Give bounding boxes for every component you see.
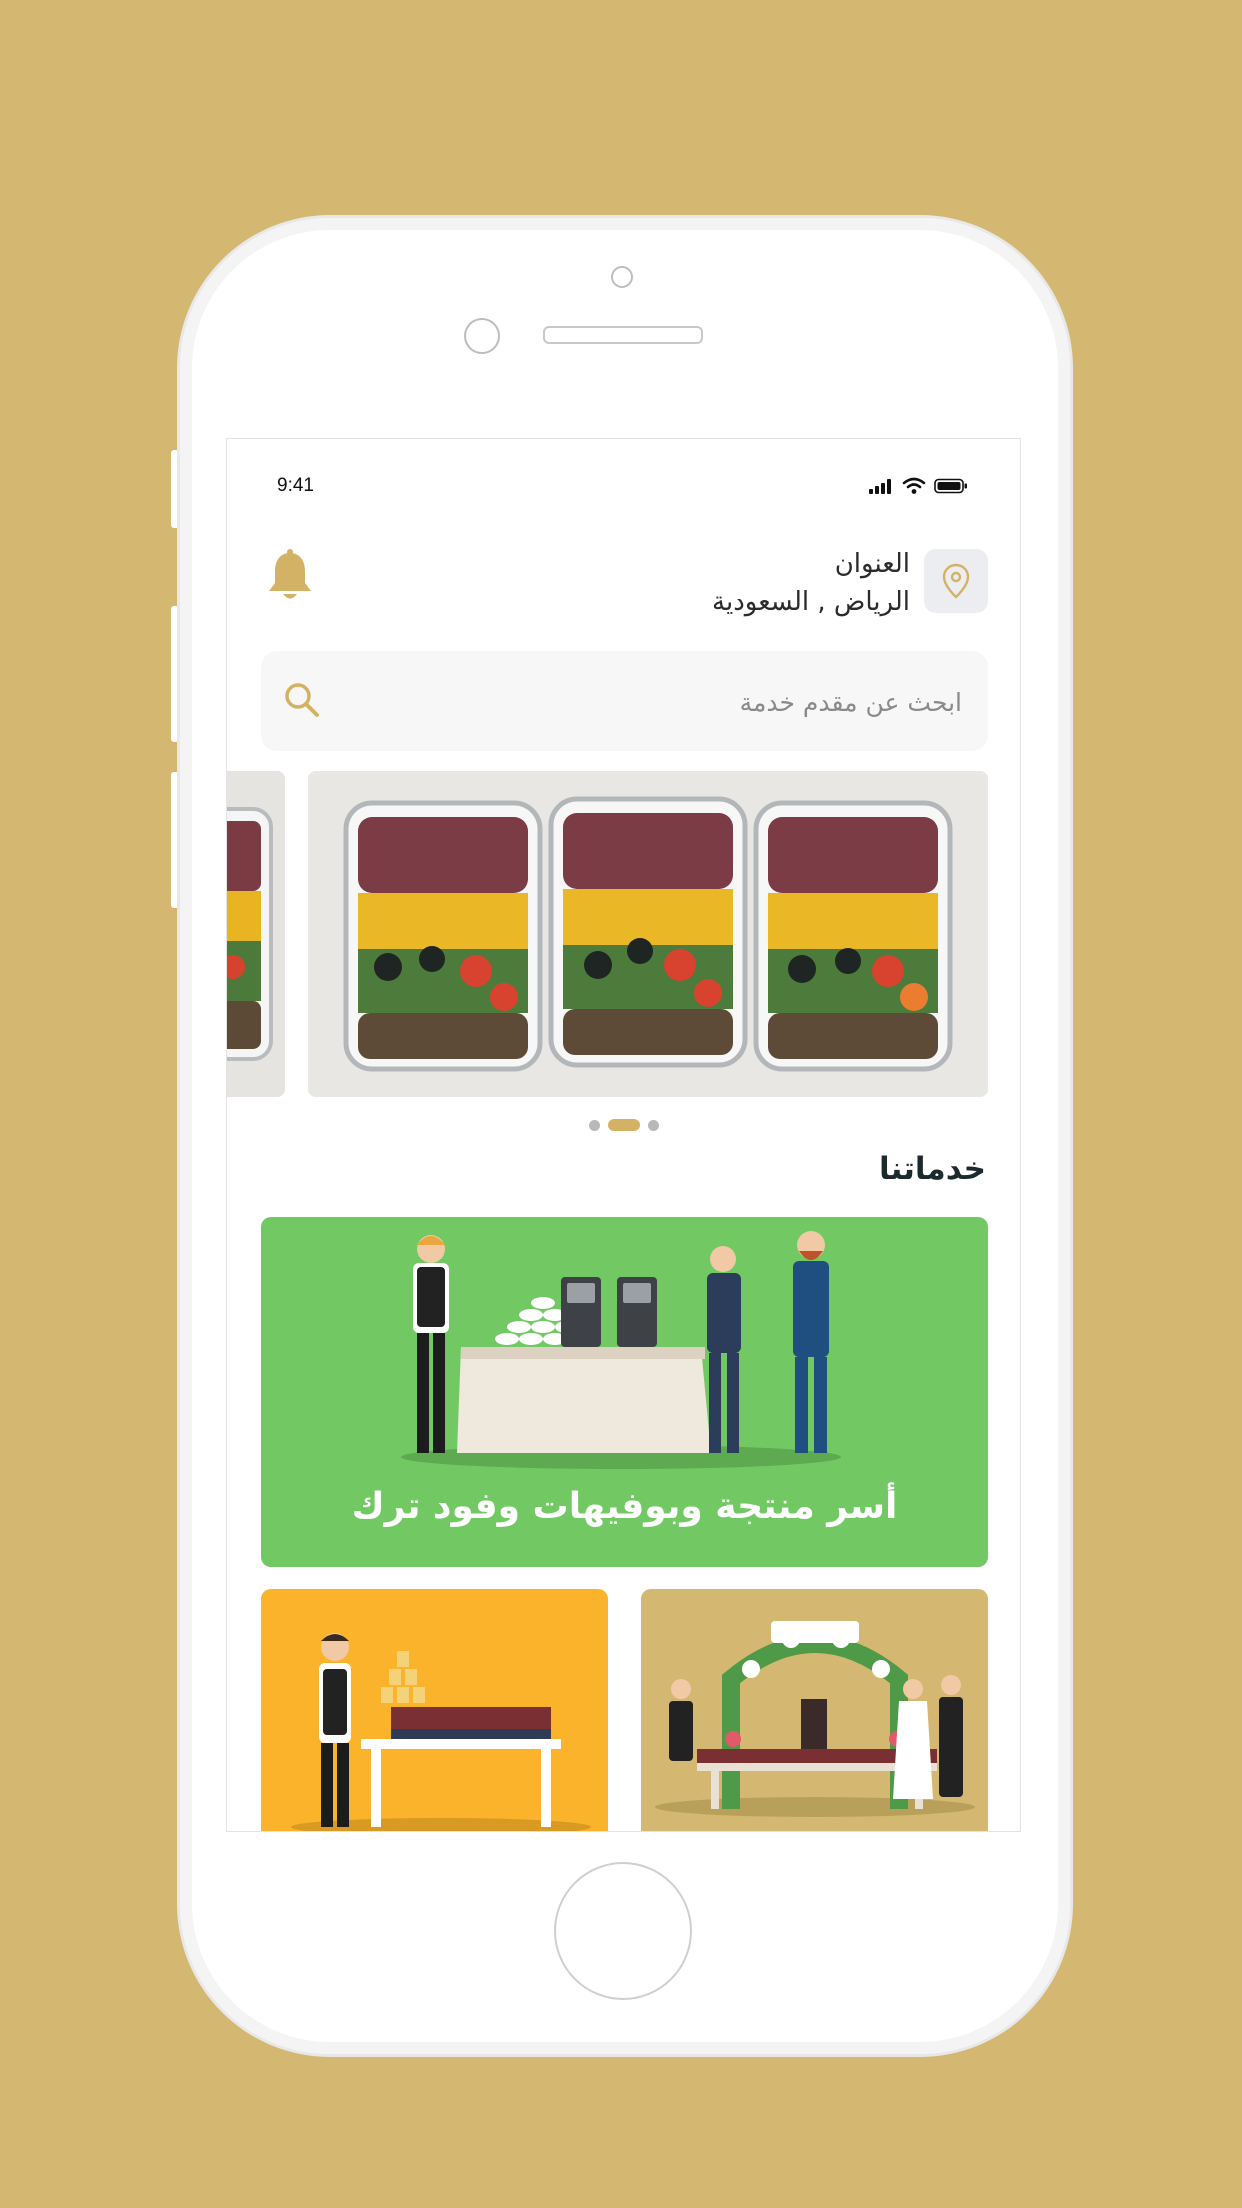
volume-up-button bbox=[171, 606, 179, 742]
carousel-dot[interactable] bbox=[588, 1119, 600, 1131]
earpiece-speaker bbox=[543, 326, 703, 344]
carousel-slide-previous[interactable] bbox=[227, 771, 285, 1097]
volume-down-button bbox=[171, 772, 179, 908]
service-card-featured[interactable]: أسر منتجة وبوفيهات وفود ترك bbox=[261, 1217, 988, 1567]
mute-switch bbox=[171, 450, 179, 528]
wifi-icon bbox=[902, 477, 926, 494]
services-title: خدماتنا bbox=[878, 1151, 986, 1187]
status-time: 9:41 bbox=[277, 475, 314, 496]
location-pin-icon bbox=[942, 563, 970, 599]
location-button[interactable] bbox=[924, 549, 988, 613]
meal-prep-image bbox=[308, 771, 988, 1097]
battery-icon bbox=[934, 478, 967, 494]
carousel-indicator bbox=[227, 1119, 1020, 1131]
carousel-dot-active[interactable] bbox=[607, 1119, 640, 1131]
drinks-buffet-illustration bbox=[291, 1633, 591, 1831]
carousel-dot[interactable] bbox=[647, 1119, 659, 1131]
featured-service-label: أسر منتجة وبوفيهات وفود ترك bbox=[351, 1486, 898, 1527]
notification-bell-icon[interactable] bbox=[265, 549, 315, 605]
service-card-drinks[interactable] bbox=[261, 1589, 608, 1831]
signal-icon bbox=[869, 479, 891, 494]
wedding-buffet-illustration bbox=[655, 1621, 975, 1817]
address-block[interactable]: العنوان الرياض , السعودية bbox=[712, 545, 910, 621]
search-bar[interactable] bbox=[261, 651, 988, 753]
address-value: الرياض , السعودية bbox=[712, 587, 910, 617]
home-button[interactable] bbox=[554, 1862, 692, 2000]
status-icons bbox=[868, 477, 968, 495]
app-screen: 9:41 العنوان الرياض , السعودية ابحث عن م… bbox=[226, 438, 1021, 1832]
search-icon[interactable] bbox=[281, 679, 323, 721]
service-card-weddings[interactable] bbox=[641, 1589, 988, 1831]
search-input[interactable] bbox=[360, 651, 964, 753]
meal-prep-image bbox=[227, 771, 285, 1097]
address-label: العنوان bbox=[834, 549, 910, 579]
carousel-slide-active[interactable] bbox=[308, 771, 988, 1097]
proximity-sensor bbox=[464, 318, 500, 354]
front-camera bbox=[611, 266, 633, 288]
